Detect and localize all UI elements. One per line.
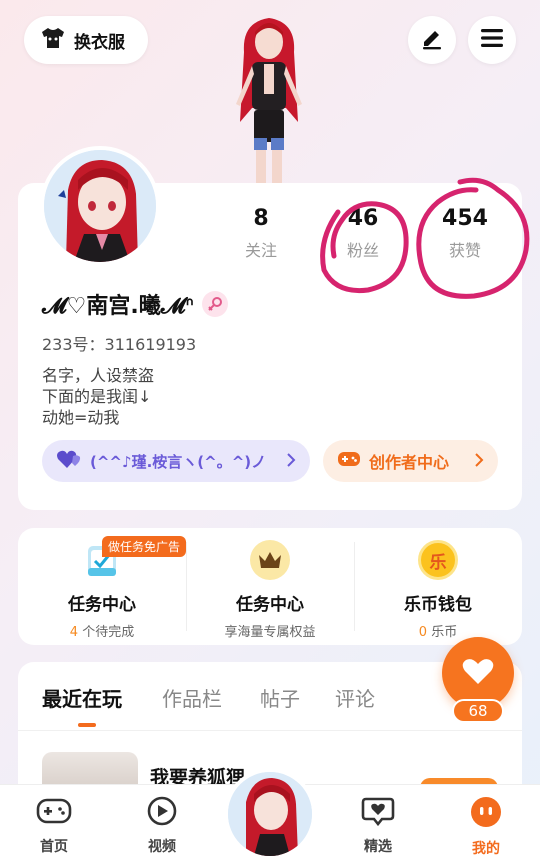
- nav-avatar[interactable]: [224, 768, 316, 860]
- wardrobe-label: 换衣服: [74, 32, 125, 53]
- coin-glyph: 乐: [429, 552, 447, 573]
- tasks-card: 任务中心 4 个待完成 任务中心 享海量专属权益 乐 乐币钱包 0 乐币: [18, 528, 522, 645]
- nav-me[interactable]: 我的: [454, 796, 518, 858]
- crown-icon: [250, 540, 290, 580]
- likes-count: 454: [442, 206, 488, 231]
- menu-button[interactable]: [468, 16, 516, 64]
- bio-line: 下面的是我闺↓: [42, 387, 152, 406]
- bio-line: 名字，人设禁盗: [42, 366, 155, 385]
- wardrobe-button[interactable]: 换衣服: [24, 16, 148, 64]
- female-symbol-icon: [202, 291, 229, 317]
- edit-button[interactable]: [408, 16, 456, 64]
- heart-chat-icon: [361, 796, 395, 830]
- followers-count: 46: [347, 206, 379, 231]
- chevron-right-icon: [474, 452, 484, 471]
- shirt-icon: [40, 26, 66, 54]
- task-subtitle: 4 个待完成: [69, 625, 135, 640]
- ad-free-badge: 做任务免广告: [102, 536, 187, 557]
- nav-video[interactable]: 视频: [130, 796, 194, 856]
- le-coin-icon: 乐: [418, 540, 458, 580]
- active-tab-indicator: [78, 723, 96, 727]
- privileges-item[interactable]: 任务中心 享海量专属权益: [186, 528, 354, 645]
- profile-face-icon: [470, 796, 502, 832]
- username: 𝓜♡南宫.曦𝓜ᐢ: [42, 294, 195, 319]
- nav-label: 我的: [472, 841, 500, 857]
- gamepad-icon: [36, 796, 72, 830]
- bio-line: 动她=动我: [42, 408, 120, 427]
- nav-label: 视频: [148, 839, 176, 855]
- following-count: 8: [253, 206, 269, 231]
- chevron-right-icon: [286, 452, 296, 471]
- like-count: 68: [452, 699, 504, 723]
- creator-center-button[interactable]: 创作者中心: [323, 440, 498, 482]
- avatar-3d-figure[interactable]: [214, 12, 324, 187]
- name-row: 𝓜♡南宫.曦𝓜ᐢ: [42, 288, 229, 320]
- gamepad-icon: [337, 449, 361, 473]
- pencil-icon: [420, 26, 444, 54]
- guild-label: (^^♪瑾.桉言ヽ(^。^)ノ: [90, 452, 267, 471]
- likes-stat[interactable]: 454 获赞: [420, 206, 510, 261]
- following-stat[interactable]: 8 关注: [216, 206, 306, 261]
- nav-featured[interactable]: 精选: [346, 796, 410, 856]
- bio: 名字，人设禁盗 下面的是我闺↓ 动她=动我: [42, 365, 154, 428]
- creator-center-label: 创作者中心: [369, 453, 450, 472]
- tab-recent-played[interactable]: 最近在玩: [42, 683, 122, 712]
- nav-label: 首页: [40, 839, 68, 855]
- user-id[interactable]: 233号：311619193: [42, 331, 196, 355]
- following-label: 关注: [244, 241, 277, 260]
- task-title: 乐币钱包: [404, 595, 472, 615]
- tab-works[interactable]: 作品栏: [162, 683, 222, 712]
- le-coin-wallet-item[interactable]: 乐 乐币钱包 0 乐币: [354, 528, 522, 645]
- task-title: 任务中心: [68, 595, 136, 615]
- profile-avatar[interactable]: [40, 146, 160, 266]
- nav-label: 精选: [364, 839, 392, 855]
- divider: [18, 730, 522, 731]
- heart-icon: [462, 657, 494, 689]
- hamburger-menu-icon: [480, 27, 504, 53]
- nav-home[interactable]: 首页: [22, 796, 86, 856]
- likes-label: 获赞: [448, 241, 481, 260]
- task-subtitle: 享海量专属权益: [224, 625, 316, 640]
- tab-posts[interactable]: 帖子: [260, 683, 300, 712]
- play-video-icon: [146, 796, 178, 830]
- task-title: 任务中心: [236, 595, 304, 615]
- task-subtitle: 0 乐币: [418, 625, 458, 640]
- followers-stat[interactable]: 46 粉丝: [318, 206, 408, 261]
- followers-label: 粉丝: [346, 241, 379, 260]
- tab-comments[interactable]: 评论: [335, 683, 375, 712]
- guild-pill[interactable]: (^^♪瑾.桉言ヽ(^。^)ノ: [42, 440, 310, 482]
- heart-badge-icon: [56, 448, 82, 474]
